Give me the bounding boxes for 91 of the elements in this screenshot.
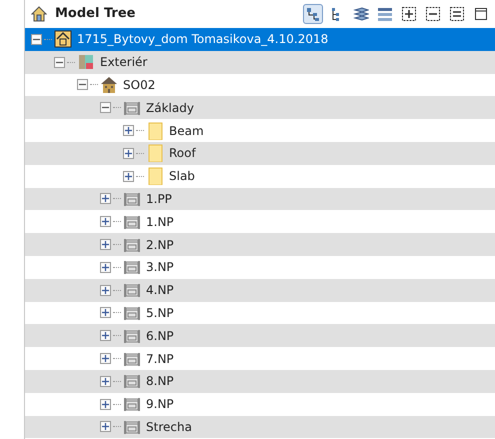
collapse-toggle[interactable]	[100, 102, 111, 114]
floor-icon	[123, 258, 141, 276]
list-icon	[449, 6, 465, 22]
expand-all-icon	[401, 6, 417, 22]
tree-label: 3.NP	[146, 259, 174, 276]
plus-icon	[102, 264, 109, 271]
tree-label: 1.NP	[146, 214, 174, 231]
expand-toggle[interactable]	[100, 284, 111, 296]
tree-label: Roof	[169, 145, 196, 162]
toolbar-button[interactable]	[303, 4, 323, 24]
expand-toggle[interactable]	[100, 398, 111, 410]
tree-row[interactable]: 1.NP	[25, 210, 495, 234]
exterior-icon	[77, 53, 95, 72]
folder-icon	[146, 144, 164, 162]
toolbar-button[interactable]	[447, 4, 467, 24]
project-icon	[54, 30, 72, 48]
tree-row[interactable]: 9.NP	[25, 392, 495, 416]
floor-icon	[123, 372, 141, 390]
plus-icon	[102, 400, 109, 408]
plus-icon	[102, 423, 109, 430]
plus-icon	[102, 332, 109, 340]
expand-toggle[interactable]	[100, 353, 111, 364]
toolbar-button[interactable]	[399, 4, 419, 24]
tree-label: Exteriér	[100, 54, 148, 72]
expand-toggle[interactable]	[100, 421, 111, 432]
plus-icon	[102, 309, 109, 316]
expand-toggle[interactable]	[100, 193, 111, 204]
collapse-toggle[interactable]	[77, 79, 88, 90]
tree-row[interactable]: 2.NP	[25, 233, 495, 256]
tree-label: 1715_Bytovy_dom Tomasikova_4.10.2018	[77, 31, 328, 48]
house-icon	[31, 6, 47, 22]
expand-toggle[interactable]	[100, 330, 111, 342]
floor-icon	[123, 395, 141, 414]
folder-icon	[146, 167, 164, 186]
tree-row[interactable]: 4.NP	[25, 278, 495, 302]
collapse-toggle[interactable]	[54, 56, 65, 68]
panel-title: Model Tree	[55, 5, 136, 24]
tree-row[interactable]: Beam	[25, 119, 495, 142]
plus-icon	[102, 355, 109, 362]
plus-icon	[102, 286, 109, 294]
tree-row[interactable]: Strecha	[25, 416, 495, 438]
plus-icon	[125, 127, 132, 134]
collapse-toggle[interactable]	[31, 34, 42, 45]
tree-label: Základy	[146, 100, 194, 117]
tree-view-icon	[305, 6, 321, 22]
plus-icon	[102, 378, 109, 385]
toolbar-button[interactable]	[423, 4, 443, 24]
tree-row[interactable]: 7.NP	[25, 347, 495, 370]
tree-row[interactable]: 5.NP	[25, 302, 495, 324]
plus-icon	[125, 150, 132, 157]
tree-label: Beam	[169, 122, 204, 140]
tree-label: 9.NP	[146, 396, 174, 414]
expand-toggle[interactable]	[100, 262, 111, 273]
tree-label: 7.NP	[146, 350, 174, 368]
tree-label: 8.NP	[146, 373, 174, 390]
tree-label: 2.NP	[146, 236, 174, 254]
collapse-all-icon	[425, 6, 441, 22]
expand-toggle[interactable]	[100, 216, 111, 228]
expand-toggle[interactable]	[123, 125, 134, 136]
tree-label: 6.NP	[146, 328, 174, 345]
tree-label: SO02	[123, 76, 156, 94]
building-icon	[100, 76, 118, 94]
plus-icon	[102, 218, 109, 226]
tree-label: 5.NP	[146, 304, 174, 322]
tree-row[interactable]: Základy	[25, 96, 495, 120]
tree-row[interactable]: Slab	[25, 164, 495, 188]
folder-icon	[146, 122, 164, 140]
expand-toggle[interactable]	[100, 307, 111, 318]
plus-icon	[102, 195, 109, 202]
table-icon	[377, 6, 393, 22]
tree-row[interactable]: 1715_Bytovy_dom Tomasikova_4.10.2018	[25, 28, 495, 51]
plus-icon	[102, 241, 109, 248]
tree-row[interactable]: 3.NP	[25, 256, 495, 279]
tree-row[interactable]: 1.PP	[25, 188, 495, 210]
expand-toggle[interactable]	[100, 376, 111, 387]
tree-label: Strecha	[146, 418, 192, 436]
window-icon	[473, 6, 489, 22]
tree-row[interactable]: SO02	[25, 74, 495, 96]
tree-row[interactable]: 8.NP	[25, 370, 495, 393]
expand-toggle[interactable]	[100, 239, 111, 250]
plus-icon	[125, 172, 132, 180]
tree-label: 4.NP	[146, 282, 174, 300]
floor-icon	[123, 281, 141, 300]
tree-row[interactable]: Roof	[25, 142, 495, 165]
tree-row[interactable]: Exteriér	[25, 50, 495, 74]
tree-label: 1.PP	[146, 190, 172, 208]
tree-label: Slab	[169, 168, 195, 186]
tree-row[interactable]: 6.NP	[25, 324, 495, 348]
layers-icon	[353, 6, 369, 22]
expand-toggle[interactable]	[123, 148, 134, 159]
expand-toggle[interactable]	[123, 170, 134, 182]
